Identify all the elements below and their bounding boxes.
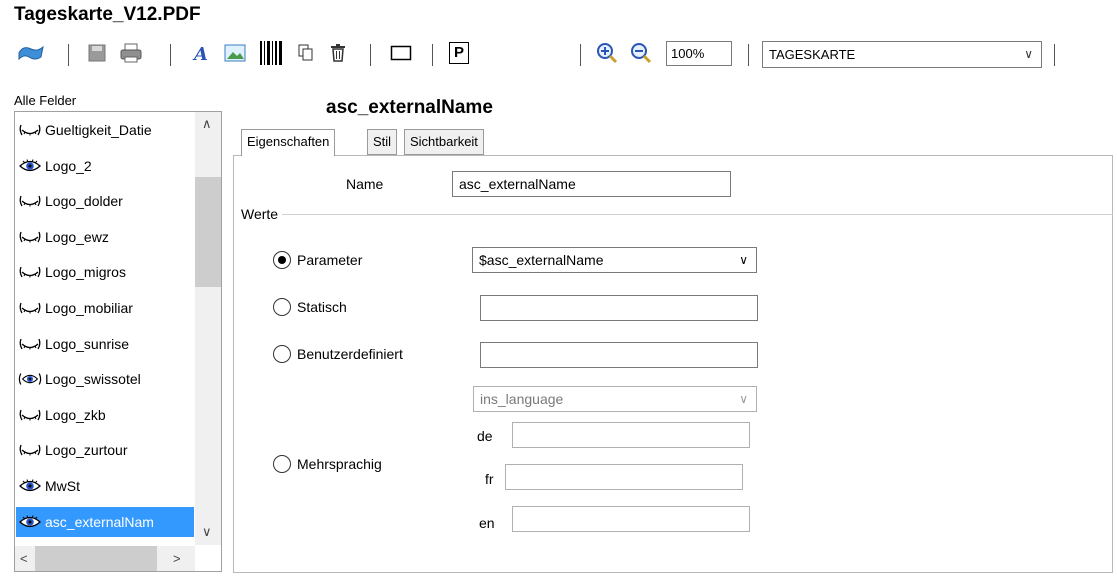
eye-icon [18, 479, 42, 493]
chevron-down-icon: ∨ [739, 253, 748, 267]
parameter-select-value: $asc_externalName [479, 252, 604, 268]
language-select-value: ins_language [480, 391, 564, 407]
list-item[interactable]: Logo_migros [16, 257, 194, 287]
hidden-eye-icon [18, 229, 42, 245]
lang-input-en[interactable] [512, 506, 750, 532]
chevron-down-icon: ∨ [739, 392, 748, 406]
language-select[interactable]: ins_language ∨ [473, 386, 757, 412]
list-item-label: Logo_mobiliar [45, 300, 133, 316]
list-item-label: Logo_2 [45, 157, 92, 174]
conditional-eye-icon [18, 371, 42, 387]
tab-eigenschaften[interactable]: Eigenschaften [241, 129, 336, 156]
lang-label-fr: fr [485, 471, 494, 487]
image-icon[interactable] [220, 40, 250, 66]
parameter-radio[interactable] [273, 251, 291, 269]
list-item[interactable]: Gueltigkeit_Datie [16, 115, 194, 145]
fields-label: Alle Felder [14, 93, 77, 108]
list-item-label: asc_externalNam [45, 513, 154, 530]
delete-icon[interactable] [324, 40, 352, 66]
list-item-label: Logo_sunrise [45, 335, 130, 352]
list-item-label: Logo_swissotel [45, 371, 141, 388]
tab-stil[interactable]: Stil [367, 129, 398, 155]
radio-selected-dot [278, 256, 286, 264]
tab-sichtbarkeit[interactable]: Sichtbarkeit [404, 129, 484, 155]
scroll-up-icon[interactable]: ∧ [202, 116, 212, 132]
print-icon[interactable] [116, 40, 146, 66]
vertical-scrollbar[interactable]: ∧ ∨ [195, 112, 221, 545]
hidden-eye-icon [18, 442, 42, 458]
list-item[interactable]: MwSt [16, 471, 194, 501]
scroll-left-icon[interactable]: < [20, 551, 28, 566]
view-select[interactable]: TAGESKARTE ∨ [762, 41, 1042, 68]
chevron-down-icon: ∨ [1024, 47, 1033, 61]
zoom-in-icon[interactable] [592, 40, 622, 66]
hidden-eye-icon [18, 300, 42, 316]
list-item-label: Gueltigkeit_Datie [45, 122, 152, 138]
window-title: Tageskarte_V12.PDF [14, 4, 201, 25]
view-select-value: TAGESKARTE [769, 47, 856, 62]
list-item-label: Logo_ewz [45, 228, 109, 245]
list-item[interactable]: Logo_sunrise [16, 329, 194, 359]
list-item[interactable]: Logo_mobiliar [16, 293, 194, 323]
page-title: asc_externalName [326, 97, 493, 118]
copy-icon[interactable] [292, 40, 320, 66]
zoom-input[interactable]: 100% [666, 41, 732, 66]
statisch-label: Statisch [297, 299, 347, 315]
list-item[interactable]: Logo_2 [16, 151, 194, 181]
lang-input-fr[interactable] [505, 464, 743, 490]
horizontal-scrollbar[interactable]: < > [15, 546, 195, 571]
hidden-eye-icon [18, 193, 42, 209]
list-item[interactable]: Logo_ewz [16, 222, 194, 252]
list-item[interactable]: Logo_swissotel [16, 364, 194, 394]
lang-input-de[interactable] [512, 422, 750, 448]
list-item[interactable]: asc_externalNam [16, 506, 194, 537]
list-item-label: Logo_dolder [45, 193, 123, 210]
back-arrow-icon[interactable] [14, 40, 48, 66]
values-group [241, 214, 1113, 215]
parameter-label: Parameter [297, 252, 363, 268]
barcode-icon[interactable] [256, 40, 286, 66]
svg-text:A: A [192, 44, 208, 63]
benutzerdefiniert-radio[interactable] [273, 345, 291, 363]
zoom-out-icon[interactable] [626, 40, 656, 66]
eye-icon [18, 158, 42, 173]
hidden-eye-icon [18, 336, 42, 352]
scrollbar-thumb[interactable] [195, 177, 221, 287]
scroll-right-icon[interactable]: > [173, 551, 181, 566]
scroll-down-icon[interactable]: ∨ [202, 524, 212, 540]
parameter-icon[interactable]: P [446, 40, 472, 66]
eye-icon [18, 514, 42, 529]
list-item-label: Logo_zkb [45, 406, 106, 423]
list-item-label: Logo_migros [45, 264, 126, 281]
list-item-label: MwSt [45, 478, 80, 494]
benutzerdefiniert-label: Benutzerdefiniert [297, 346, 403, 362]
save-icon[interactable] [82, 40, 112, 66]
lang-label-de: de [477, 428, 493, 444]
mehrsprachig-label: Mehrsprachig [297, 456, 382, 472]
lang-label-en: en [479, 515, 495, 531]
text-field-icon[interactable]: A [186, 40, 216, 66]
parameter-select[interactable]: $asc_externalName ∨ [472, 247, 757, 273]
hidden-eye-icon [18, 407, 42, 423]
parameter-label: P [449, 42, 469, 64]
rectangle-icon[interactable] [386, 40, 416, 66]
field-list[interactable]: Gueltigkeit_Datie Logo_2 Logo_dolder Logo_e… [14, 111, 222, 572]
list-item-label: Logo_zurtour [45, 442, 128, 459]
scrollbar-thumb[interactable] [35, 546, 157, 571]
name-label: Name [346, 176, 384, 192]
list-item[interactable]: Logo_zkb [16, 400, 194, 430]
mehrsprachig-radio[interactable] [273, 455, 291, 473]
benutzerdefiniert-input[interactable] [480, 342, 758, 368]
statisch-radio[interactable] [273, 298, 291, 316]
list-item[interactable]: Logo_zurtour [16, 435, 194, 465]
values-group-label: Werte [241, 206, 283, 222]
name-input[interactable]: asc_externalName [452, 171, 731, 197]
hidden-eye-icon [18, 264, 42, 280]
statisch-input[interactable] [480, 295, 758, 321]
hidden-eye-icon [18, 122, 42, 138]
list-item[interactable]: Logo_dolder [16, 186, 194, 216]
